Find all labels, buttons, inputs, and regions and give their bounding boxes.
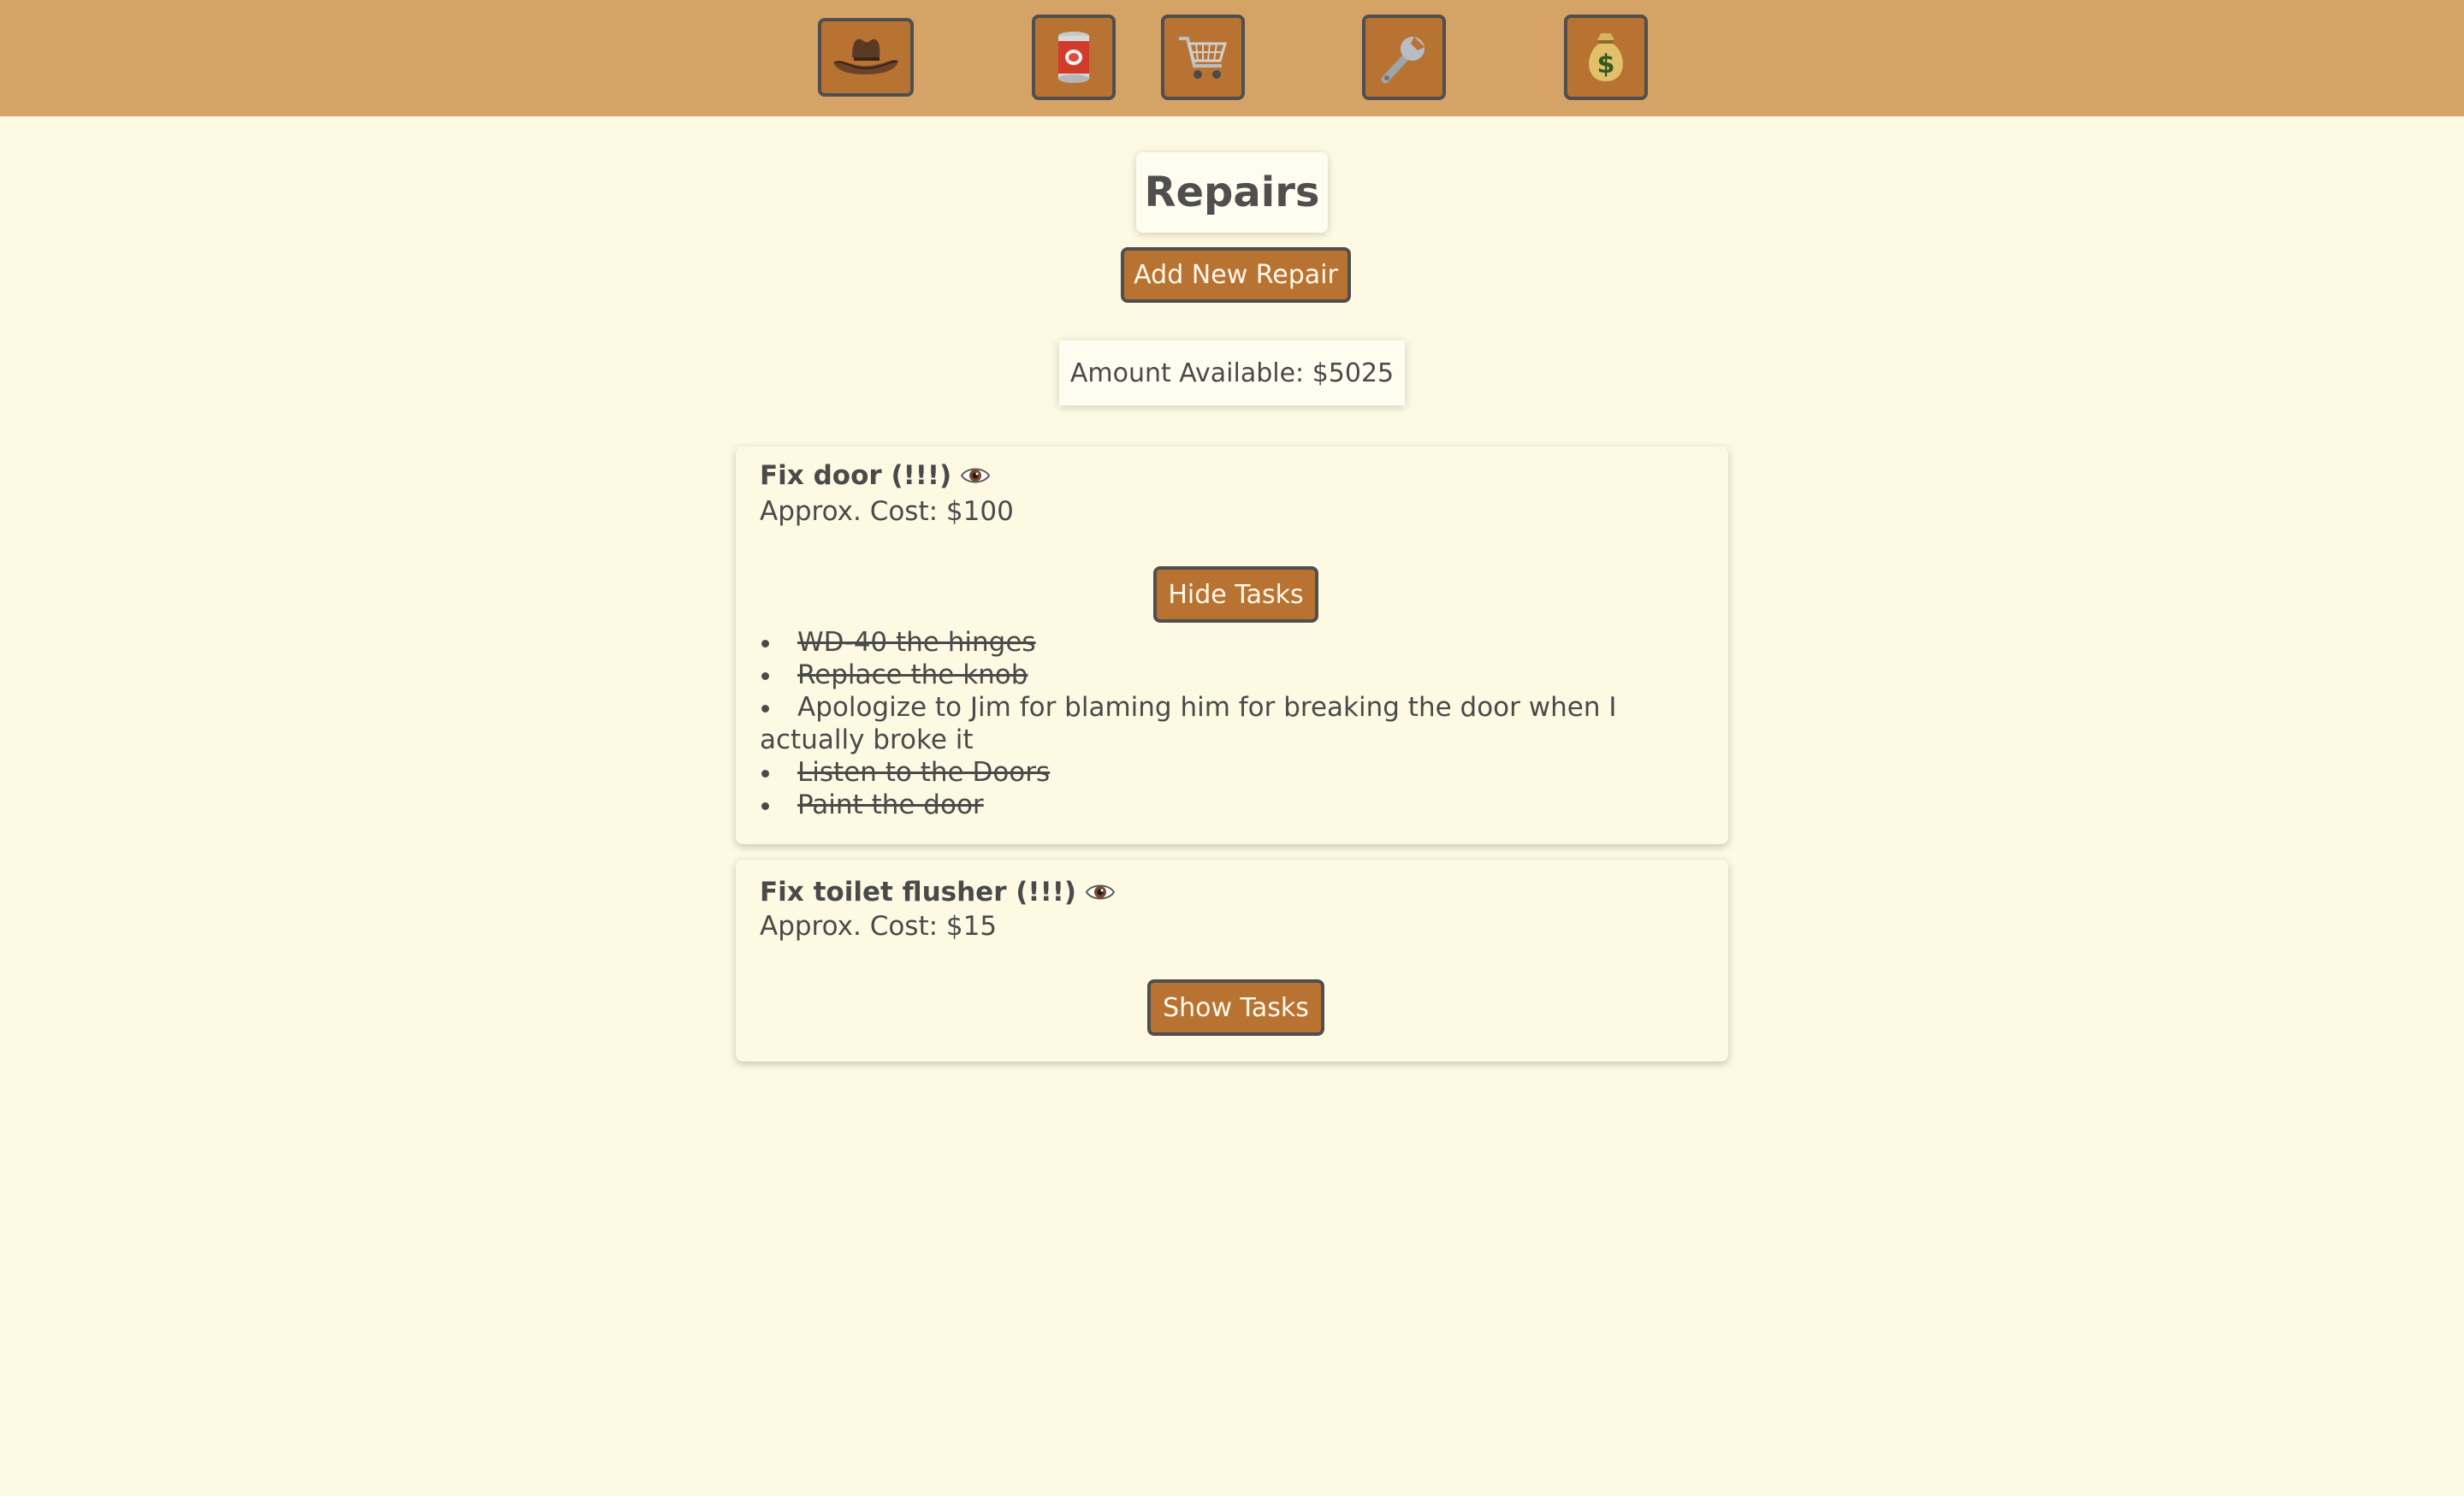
repair-title: Fix door (!!!) — [760, 460, 952, 491]
repair-title-row: Fix toilet flusher (!!!) — [760, 877, 1116, 908]
nav-pantry-button[interactable] — [1032, 15, 1116, 100]
eye-icon[interactable] — [1085, 880, 1116, 904]
task-item[interactable]: WD-40 the hinges — [760, 626, 1709, 659]
nav-budget-button[interactable]: $ — [1564, 15, 1648, 100]
repair-card: Fix toilet flusher (!!!) Approx. Cost: $… — [736, 860, 1728, 1061]
repair-card: Fix door (!!!) Approx. Cost: $100 Hide T… — [736, 446, 1728, 844]
task-item[interactable]: Paint the door — [760, 789, 1709, 821]
repair-cost: Approx. Cost: $15 — [760, 911, 998, 942]
bullet-icon — [760, 691, 797, 724]
wrench-icon — [1381, 37, 1424, 84]
repair-title: Fix toilet flusher (!!!) — [760, 877, 1077, 908]
nav-shopping-button[interactable] — [1161, 15, 1245, 100]
task-item[interactable]: Replace the knob — [760, 659, 1709, 691]
show-tasks-button[interactable]: Show Tasks — [1147, 979, 1324, 1036]
amount-available: Amount Available: $5025 — [1059, 340, 1405, 405]
can-icon — [1058, 32, 1089, 83]
bullet-icon — [760, 789, 797, 821]
money-bag-icon: $ — [1589, 33, 1623, 81]
repair-cost: Approx. Cost: $100 — [760, 496, 1014, 527]
nav-home-button[interactable] — [818, 18, 914, 97]
cowboy-hat-icon — [833, 38, 898, 74]
page-title: Repairs — [1136, 152, 1328, 233]
add-new-repair-button[interactable]: Add New Repair — [1121, 247, 1351, 303]
top-nav-bar: $ — [0, 0, 2464, 116]
bullet-icon — [760, 659, 797, 691]
bullet-icon — [760, 626, 797, 659]
task-item[interactable]: Listen to the Doors — [760, 756, 1709, 789]
nav-repairs-button[interactable] — [1362, 15, 1446, 100]
bullet-icon — [760, 756, 797, 789]
hide-tasks-button[interactable]: Hide Tasks — [1153, 566, 1318, 623]
repair-title-row: Fix door (!!!) — [760, 460, 991, 491]
task-list: WD-40 the hinges Replace the knob Apolog… — [760, 626, 1709, 821]
shopping-cart-icon — [1179, 37, 1228, 79]
task-item[interactable]: Apologize to Jim for blaming him for bre… — [760, 691, 1709, 756]
svg-text:$: $ — [1597, 50, 1615, 80]
eye-icon[interactable] — [960, 464, 991, 488]
